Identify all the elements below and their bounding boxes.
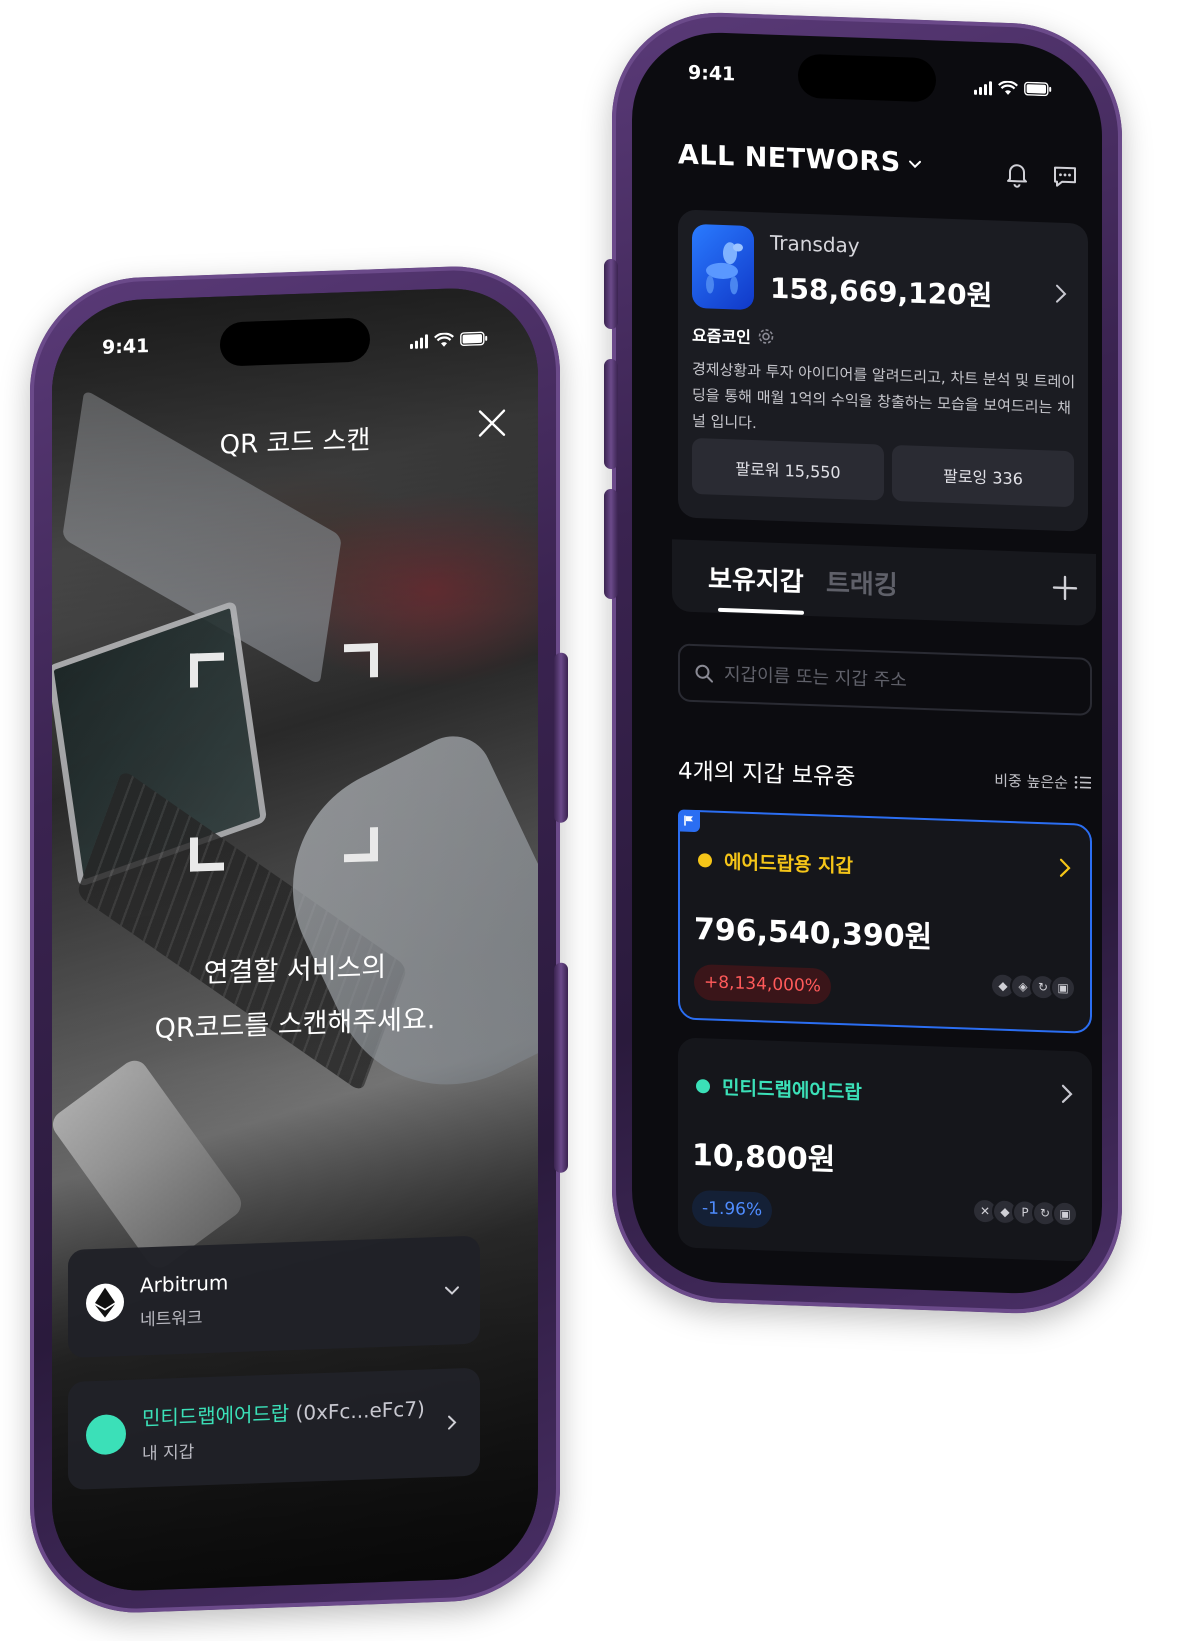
scan-instruction: 연결할 서비스의 QR코드를 스캔해주세요. [154,951,436,1045]
scan-frame-corner [190,652,224,688]
network-selector[interactable]: Arbitrum 네트워크 [68,1235,480,1358]
wifi-icon [998,80,1018,95]
chevron-down-icon [445,1286,459,1295]
chat-icon[interactable] [1050,160,1080,191]
wallet-color-dot [696,1078,710,1094]
wallet-name-row: 에어드랍용 지갑 [698,846,853,878]
header-actions [1002,159,1080,192]
wallet-tabs: 보유지갑 트래킹 [672,539,1096,626]
battery-icon [460,331,488,347]
search-icon [695,664,713,683]
network-dropdown[interactable]: ALL NETWORS [678,139,923,179]
status-time: 9:41 [688,61,736,86]
signal-icon [974,79,992,96]
tab-tracking[interactable]: 트래킹 [826,563,898,603]
close-icon[interactable] [474,404,510,441]
wallet-name-row: 민티드랩에어드랍 [696,1072,862,1105]
scan-frame-corner [344,827,378,863]
volume-down-button [604,488,618,600]
wallet-info: 민티드랩에어드랍 (0xFc...eFc7) 내 지갑 [142,1392,426,1464]
phone-left: 9:41 QR 코드 스캔 연결할 서비스의 QR코드를 스캔해주세요. Arb… [30,262,568,1617]
wallet-name: 민티드랩에어드랍 [722,1076,862,1104]
coin-icons: ◆ ◈ ↻ ▣ [990,972,1076,1002]
wallet-name: 에어드랍용 지갑 [724,851,853,878]
scan-frame-corner [190,836,224,872]
search-input[interactable] [724,663,1076,697]
follower-button[interactable]: 팔로워 15,550 [692,437,884,501]
cube-icon: ▣ [1050,974,1076,1002]
wallet-name-line: 민티드랩에어드랍 (0xFc...eFc7) [142,1392,426,1431]
wallet-avatar [86,1413,126,1456]
power-button [554,652,568,823]
wallet-address: (0xFc...eFc7) [289,1396,425,1426]
add-icon[interactable] [1048,570,1082,605]
wallet-name: 민티드랩에어드랍 [142,1401,290,1431]
flag-icon [678,809,700,833]
status-icons [974,72,1052,105]
wifi-icon [434,331,454,347]
network-dropdown-label: ALL NETWORS [678,139,901,179]
volume-up-button [604,358,618,470]
following-button[interactable]: 팔로잉 336 [892,444,1074,508]
cube-icon: ▣ [1052,1200,1078,1228]
scan-frame-corner [344,643,378,679]
phone-right: 9:41 ALL NETWORS Transday 158,669,120원 요… [604,9,1122,1317]
chevron-down-icon [908,159,921,168]
status-icons [410,323,488,356]
channel-description: 경제상황과 투자 아이디어를 알려드리고, 차트 분석 및 트레이딩을 통해 매… [692,359,1076,433]
wallet-count: 4개의 지갑 보유중 [678,758,856,791]
sort-label: 비중 높은순 [994,770,1068,792]
profile-card: Transday 158,669,120원 요즘코인 경제상황과 투자 아이디어… [678,209,1088,532]
ethereum-icon [86,1282,124,1323]
channel-name: 요즘코인 [692,325,751,347]
wallet-card[interactable]: 에어드랍용 지갑 796,540,390원 +8,134,000% ◆ ◈ ↻ … [678,809,1092,1034]
wallet-selector[interactable]: 민티드랩에어드랍 (0xFc...eFc7) 내 지갑 [68,1367,480,1490]
wallet-home-screen: 9:41 ALL NETWORS Transday 158,669,120원 요… [632,29,1102,1297]
chevron-right-icon [1059,858,1071,877]
chevron-right-icon [1061,1084,1073,1103]
balloon-dog-logo [692,223,754,311]
sort-selector[interactable]: 비중 높은순 [994,769,1092,793]
chevron-right-icon [448,1415,457,1430]
wallet-color-dot [698,852,712,868]
mute-switch [604,258,618,330]
network-name: Arbitrum [140,1269,229,1297]
chevron-right-icon[interactable] [1050,280,1072,307]
wallet-change-badge: -1.96% [692,1189,773,1229]
signal-icon [410,332,428,349]
network-caption: 네트워크 [140,1307,203,1330]
side-button [554,962,568,1173]
wallet-search [678,643,1092,716]
wallet-card[interactable]: 민티드랩에어드랍 10,800원 -1.96% ✕ ◆ P ↻ ▣ [678,1037,1092,1262]
list-icon [1074,775,1091,789]
wallet-change-badge: +8,134,000% [694,963,831,1005]
profile-total-amount: 158,669,120원 [770,271,993,313]
profile-name: Transday [770,230,860,258]
battery-icon [1024,81,1052,97]
tab-holding-wallets[interactable]: 보유지갑 [708,558,804,598]
gear-icon[interactable] [757,327,775,346]
wallet-count-row: 4개의 지갑 보유중 비중 높은순 [678,751,1092,799]
wallet-amount: 796,540,390원 [694,911,933,956]
qr-scan-screen: 9:41 QR 코드 스캔 연결할 서비스의 QR코드를 스캔해주세요. Arb… [52,285,538,1594]
bell-icon[interactable] [1002,159,1032,190]
channel-row: 요즘코인 [692,322,775,349]
wallet-caption: 내 지갑 [142,1442,195,1465]
coin-icons: ✕ ◆ P ↻ ▣ [972,1197,1078,1228]
network-info: Arbitrum 네트워크 [140,1263,426,1330]
status-time: 9:41 [102,335,150,359]
wallet-amount: 10,800원 [692,1137,836,1178]
